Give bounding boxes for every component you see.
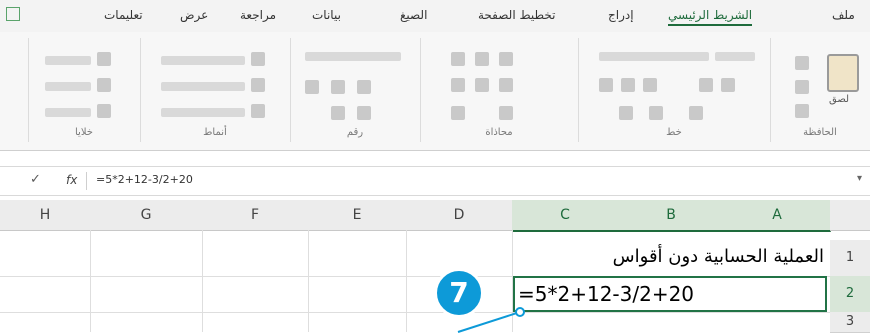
formula-bar: ✓ fx =5*2+12-3/2+20 ▾ [0, 166, 870, 196]
group-cells: خلايا [28, 38, 139, 142]
format-cells-icon[interactable] [97, 104, 111, 118]
conditional-format-icon[interactable] [251, 52, 265, 66]
font-grow-icon[interactable] [699, 78, 713, 92]
column-header-b[interactable]: B [618, 200, 725, 232]
group-clipboard: لصق الحافظة [770, 38, 869, 142]
font-color-icon[interactable] [649, 106, 663, 120]
group-number: رقم [290, 38, 419, 142]
tab-formulas[interactable]: الصيغ [400, 8, 427, 22]
fx-icon[interactable]: fx [66, 173, 77, 187]
column-header-a[interactable]: A [724, 200, 831, 232]
tab-home[interactable]: الشريط الرئيسي [668, 8, 753, 26]
format-cells-button[interactable] [45, 108, 91, 117]
currency-icon[interactable] [305, 80, 319, 94]
font-shrink-icon[interactable] [721, 78, 735, 92]
align-top-icon[interactable] [451, 52, 465, 66]
insert-cells-icon[interactable] [97, 52, 111, 66]
align-center-icon[interactable] [475, 78, 489, 92]
tab-data[interactable]: بيانات [312, 8, 341, 22]
align-left-icon[interactable] [451, 78, 465, 92]
increase-decimal-icon[interactable] [331, 106, 345, 120]
grid-line [308, 230, 309, 332]
formula-input[interactable]: =5*2+12-3/2+20 [96, 173, 193, 186]
borders-icon[interactable] [689, 106, 703, 120]
paste-icon[interactable] [827, 54, 859, 92]
group-alignment: محاذاة [420, 38, 577, 142]
format-painter-icon[interactable] [795, 104, 809, 118]
group-label-cells: خلايا [75, 127, 93, 138]
enter-check-icon[interactable]: ✓ [30, 172, 41, 187]
chevron-down-icon[interactable]: ▾ [857, 173, 862, 184]
insert-cells-button[interactable] [45, 56, 91, 65]
spreadsheet-grid: H G F E D C B A 1 2 3 العملية الحسابية د… [0, 200, 870, 333]
format-table-icon[interactable] [251, 78, 265, 92]
conditional-format-button[interactable] [161, 56, 245, 65]
group-label-alignment: محاذاة [485, 127, 513, 138]
tab-review[interactable]: مراجعة [240, 8, 276, 22]
column-header-h[interactable]: H [0, 200, 91, 231]
comma-icon[interactable] [357, 80, 371, 94]
fill-color-icon[interactable] [619, 106, 633, 120]
group-label-clipboard: الحافظة [803, 127, 837, 138]
percent-icon[interactable] [331, 80, 345, 94]
paste-label: لصق [829, 94, 850, 105]
tab-file[interactable]: ملف [832, 8, 855, 22]
number-format-select[interactable] [305, 52, 401, 61]
column-header-g[interactable]: G [90, 200, 203, 231]
column-header-f[interactable]: F [202, 200, 309, 231]
format-table-button[interactable] [161, 82, 245, 91]
app-icon [6, 7, 20, 21]
group-label-styles: أنماط [203, 127, 227, 138]
font-name-select[interactable] [599, 52, 709, 61]
cut-icon[interactable] [795, 56, 809, 70]
column-header-d[interactable]: D [406, 200, 513, 231]
tab-insert[interactable]: إدراج [608, 8, 634, 22]
align-right-icon[interactable] [499, 78, 513, 92]
column-header-c[interactable]: C [512, 200, 619, 232]
underline-icon[interactable] [643, 78, 657, 92]
delete-cells-button[interactable] [45, 82, 91, 91]
formula-bar-divider [86, 172, 87, 190]
delete-cells-icon[interactable] [97, 78, 111, 92]
tab-page-layout[interactable]: تخطيط الصفحة [478, 8, 555, 22]
copy-icon[interactable] [795, 80, 809, 94]
group-label-number: رقم [346, 127, 364, 138]
italic-icon[interactable] [621, 78, 635, 92]
ribbon-body: لصق الحافظة خط محاذاة رقم أنماط خلايا [0, 32, 870, 151]
cell-a1[interactable]: العملية الحسابية دون أقواس [518, 246, 824, 267]
ribbon-tab-strip: ملف الشريط الرئيسي إدراج تخطيط الصفحة ال… [0, 0, 870, 33]
callout-pointer [457, 307, 525, 333]
group-label-font: خط [666, 127, 682, 138]
row-header-1[interactable]: 1 [830, 240, 870, 277]
align-middle-icon[interactable] [475, 52, 489, 66]
row-header-3[interactable]: 3 [830, 312, 870, 333]
tab-view[interactable]: عرض [180, 8, 208, 22]
grid-line [0, 312, 830, 313]
bold-icon[interactable] [599, 78, 613, 92]
tab-help[interactable]: تعليمات [104, 8, 143, 22]
grid-line [202, 230, 203, 332]
grid-line [90, 230, 91, 332]
column-header-e[interactable]: E [308, 200, 407, 231]
merge-icon[interactable] [499, 106, 513, 120]
cell-styles-icon[interactable] [251, 104, 265, 118]
font-size-select[interactable] [715, 52, 755, 61]
group-font: خط [578, 38, 769, 142]
align-bottom-icon[interactable] [499, 52, 513, 66]
group-styles: أنماط [140, 38, 289, 142]
grid-line [406, 230, 407, 332]
decrease-decimal-icon[interactable] [357, 106, 371, 120]
cell-a2[interactable]: =5*2+12-3/2+20 [518, 282, 694, 306]
row-header-2[interactable]: 2 [830, 276, 870, 313]
indent-icon[interactable] [451, 106, 465, 120]
cell-styles-button[interactable] [161, 108, 245, 117]
select-all-corner[interactable] [830, 200, 870, 231]
